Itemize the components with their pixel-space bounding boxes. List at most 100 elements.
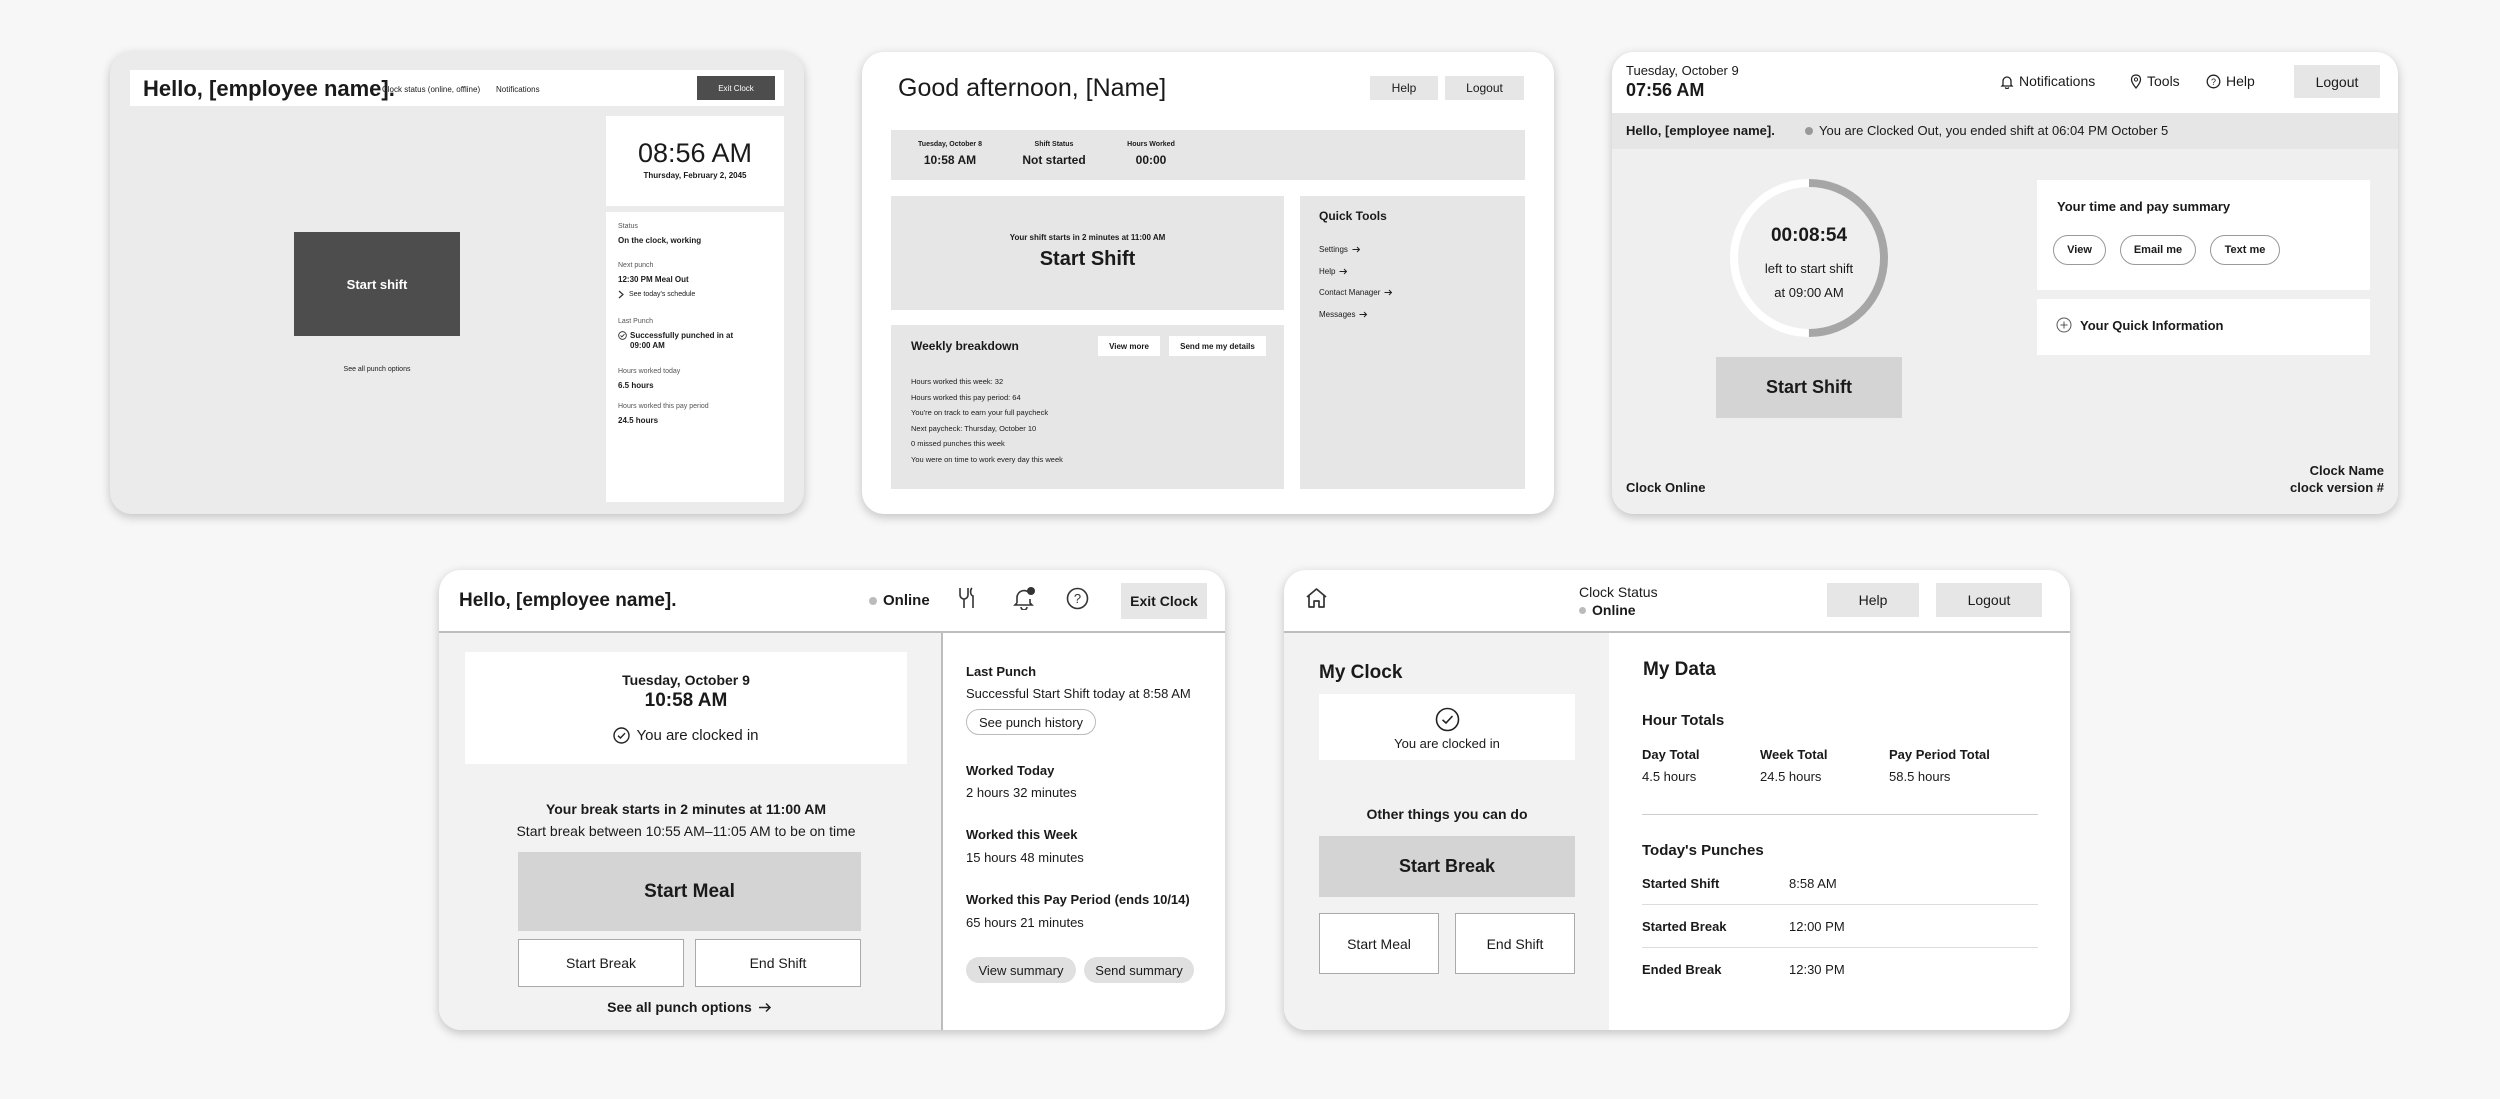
countdown-sub1: left to start shift (1764, 261, 1854, 276)
punch-label: Ended Break (1642, 962, 1722, 977)
day-total-value: 4.5 hours (1642, 769, 1697, 784)
logout-button[interactable]: Logout (1936, 583, 2042, 617)
help-button[interactable]: ? Help (2206, 73, 2255, 89)
status-panel (606, 212, 784, 502)
text-me-button[interactable]: Text me (2210, 235, 2280, 265)
week-total-value: 24.5 hours (1760, 769, 1822, 784)
end-shift-button[interactable]: End Shift (695, 939, 861, 987)
view-more-button[interactable]: View more (1098, 336, 1160, 356)
punch-time: 8:58 AM (1789, 876, 1837, 891)
header-date: Tuesday, October 9 (1626, 63, 1739, 78)
online-status: Online (1579, 602, 1636, 618)
online-status: Online (869, 592, 930, 609)
help-button[interactable]: Help (1370, 76, 1438, 100)
notifications-link[interactable]: Notifications (496, 85, 540, 94)
period-total-value: 58.5 hours (1889, 769, 1951, 784)
logout-button[interactable]: Logout (2294, 65, 2380, 98)
bell-icon[interactable] (1012, 586, 1036, 610)
see-history-button[interactable]: See punch history (966, 709, 1096, 735)
my-data-title: My Data (1643, 659, 1716, 680)
exit-clock-button[interactable]: Exit Clock (697, 76, 775, 100)
todays-punches-title: Today's Punches (1642, 842, 1764, 859)
clock-name: Clock Name (2309, 463, 2384, 478)
logout-button[interactable]: Logout (1445, 76, 1524, 100)
stat-hours-label: Hours Worked (1127, 141, 1175, 148)
punch-label: Started Break (1642, 919, 1727, 934)
arrow-right-icon (1384, 289, 1393, 296)
see-all-punch-options[interactable]: See all punch options (518, 999, 861, 1015)
view-button[interactable]: View (2053, 235, 2106, 265)
quick-tool-label: Settings (1319, 245, 1348, 254)
card-clock-basic: Hello, [employee name]. Clock status (on… (110, 52, 804, 514)
last-punch-label: Last Punch (618, 318, 654, 325)
quick-info-label: Your Quick Information (2080, 317, 2224, 333)
quick-tool-item[interactable]: Help (1319, 267, 1348, 276)
check-circle-icon (1435, 707, 1460, 732)
week-total-label: Week Total (1760, 747, 1828, 762)
greeting: Hello, [employee name]. (143, 76, 395, 101)
tools-icon[interactable] (956, 586, 978, 610)
quick-tool-label: Contact Manager (1319, 288, 1381, 297)
notifications-button[interactable]: Notifications (2000, 73, 2095, 89)
send-summary-button[interactable]: Send summary (1084, 957, 1194, 983)
quick-tool-item[interactable]: Settings (1319, 245, 1361, 254)
quick-tool-label: Help (1319, 266, 1336, 276)
greeting: Hello, [employee name]. (1626, 123, 1775, 138)
email-me-button[interactable]: Email me (2120, 235, 2196, 265)
quick-tool-item[interactable]: Contact Manager (1319, 288, 1393, 297)
help-button[interactable]: Help (1827, 583, 1919, 617)
start-shift-button[interactable]: Start Shift (891, 248, 1284, 271)
see-schedule-label: See today's schedule (629, 291, 696, 298)
question-circle-icon[interactable]: ? (1066, 587, 1089, 610)
tools-label: Tools (2147, 73, 2180, 89)
quick-tool-item[interactable]: Messages (1319, 310, 1368, 319)
last-punch-value: Successfully punched in at 09:00 AM (630, 331, 734, 350)
stat-shift-value: Not started (1022, 153, 1086, 167)
start-shift-button[interactable]: Start shift (294, 232, 460, 336)
question-circle-icon: ? (2206, 74, 2221, 89)
see-schedule-link[interactable]: See today's schedule (618, 290, 695, 299)
start-shift-button[interactable]: Start Shift (1716, 357, 1902, 418)
status-label: Status (618, 223, 638, 230)
see-all-punch-options[interactable]: See all punch options (294, 366, 460, 373)
day-total-label: Day Total (1642, 747, 1700, 762)
countdown-sub2: at 09:00 AM (1774, 285, 1844, 300)
start-break-button[interactable]: Start Break (518, 939, 684, 987)
punch-divider (1642, 947, 2038, 948)
break-note: Your break starts in 2 minutes at 11:00 … (545, 801, 827, 817)
tools-icon (2130, 73, 2142, 89)
quick-info-toggle[interactable]: Your Quick Information (2056, 317, 2224, 333)
current-time: 10:58 AM (644, 690, 728, 711)
period-total-label: Pay Period Total (1889, 747, 1990, 762)
clock-status: Clock status (online, offline) (382, 85, 481, 94)
shift-note: Your shift starts in 2 minutes at 11:00 … (1009, 233, 1166, 242)
arrow-right-icon (1352, 246, 1361, 253)
last-punch-label: Last Punch (966, 664, 1037, 679)
weekly-line: You're on track to earn your full payche… (911, 408, 1049, 418)
next-punch-value: 12:30 PM Meal Out (618, 275, 689, 284)
status-message: You are Clocked Out, you ended shift at … (1819, 123, 2169, 138)
current-time: 08:56 AM (637, 138, 753, 168)
last-punch-value: Successful Start Shift today at 8:58 AM (966, 686, 1191, 701)
worked-today-label: Worked Today (966, 763, 1055, 778)
card-clocked-out: Tuesday, October 9 07:56 AM Notification… (1612, 52, 2398, 514)
start-break-button[interactable]: Start Break (1319, 836, 1575, 897)
exit-clock-button[interactable]: Exit Clock (1121, 583, 1207, 619)
greeting: Good afternoon, [Name] (898, 74, 1167, 102)
clocked-in-label: You are clocked in (1394, 736, 1500, 751)
quick-tools-title: Quick Tools (1319, 209, 1387, 223)
end-shift-button[interactable]: End Shift (1455, 913, 1575, 974)
tools-button[interactable]: Tools (2130, 73, 2180, 89)
help-label: Help (2226, 73, 2255, 89)
status-value: On the clock, working (618, 236, 702, 245)
send-details-button[interactable]: Send me my details (1169, 336, 1266, 356)
view-summary-button[interactable]: View summary (966, 957, 1076, 983)
start-meal-button[interactable]: Start Meal (518, 852, 861, 931)
current-date: Tuesday, October 9 (622, 672, 750, 688)
online-label: Online (1592, 602, 1636, 618)
home-icon[interactable] (1304, 586, 1329, 610)
start-meal-button[interactable]: Start Meal (1319, 913, 1439, 974)
worked-today-value: 2 hours 32 minutes (966, 785, 1077, 800)
worked-week-label: Worked this Week (966, 827, 1078, 842)
arrow-right-icon (1339, 268, 1348, 275)
